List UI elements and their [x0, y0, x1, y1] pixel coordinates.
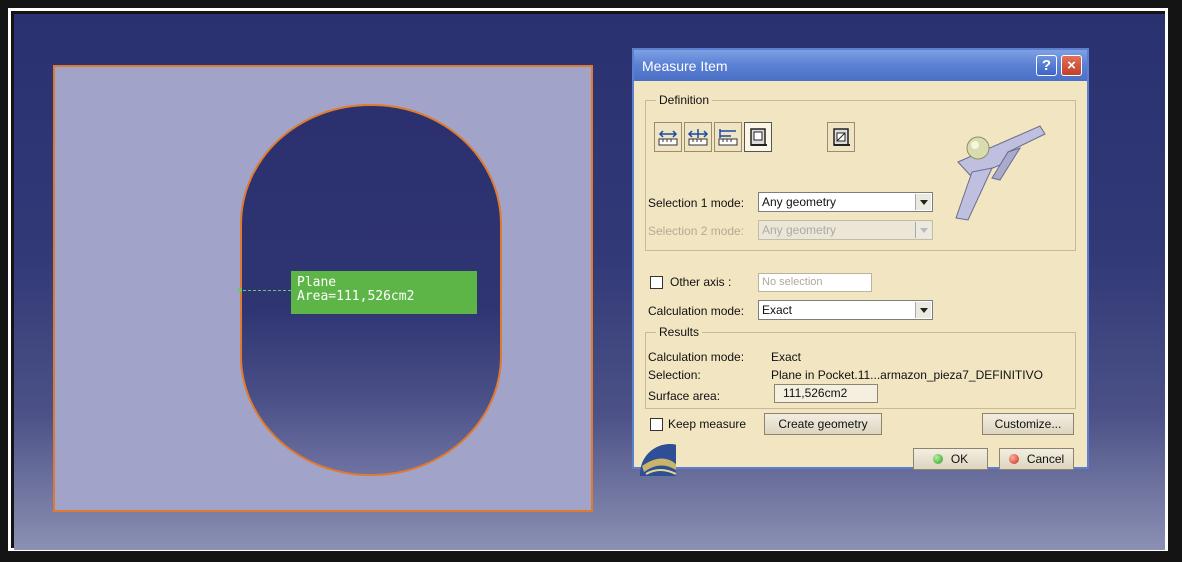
measure-between-fan-icon [718, 129, 738, 146]
results-selection-value: Plane in Pocket.11...armazon_pieza7_DEFI… [771, 368, 1043, 382]
calculation-mode-label: Calculation mode: [648, 304, 745, 318]
annotation-value: Area=111,526cm2 [297, 289, 415, 304]
close-icon: × [1067, 57, 1076, 74]
measure-between-chain-icon [687, 129, 709, 146]
ok-button[interactable]: OK [913, 448, 988, 470]
cancel-icon [1008, 454, 1019, 464]
other-axis-label: Other axis : [670, 275, 732, 289]
help-icon: ? [1041, 57, 1052, 74]
definition-legend: Definition [656, 93, 713, 107]
chevron-down-icon[interactable] [915, 194, 931, 210]
measure-between-button[interactable] [654, 122, 682, 152]
dialog-title: Measure Item [642, 58, 728, 74]
globe-logo-icon [640, 444, 676, 476]
annotation-title: Plane [297, 275, 337, 290]
caliper-illustration-icon [955, 125, 1046, 221]
screenshot-frame: Plane Area=111,526cm2 Measure Item ? × D… [0, 0, 1182, 562]
customize-button[interactable]: Customize... [982, 413, 1074, 435]
measure-between-chain-button[interactable] [684, 122, 712, 152]
keep-measure-checkbox[interactable] [650, 418, 663, 431]
calculation-mode-select[interactable]: Exact [758, 300, 933, 320]
ok-icon [932, 454, 943, 464]
results-calc-mode-value: Exact [771, 350, 802, 364]
results-calc-mode-label: Calculation mode: [648, 350, 745, 364]
leader-anchor [238, 288, 242, 292]
help-button[interactable]: ? [1036, 55, 1057, 76]
other-axis-checkbox[interactable] [650, 276, 663, 289]
leader-line [238, 290, 291, 291]
calculation-mode-value: Exact [762, 303, 793, 317]
measure-thickness-button[interactable] [827, 122, 855, 152]
dialog-titlebar[interactable]: Measure Item ? × [634, 50, 1087, 81]
measure-annotation[interactable]: Plane Area=111,526cm2 [291, 271, 477, 314]
cancel-label: Cancel [1026, 452, 1065, 466]
3d-viewport[interactable]: Plane Area=111,526cm2 Measure Item ? × D… [14, 14, 1165, 550]
cancel-button[interactable]: Cancel [999, 448, 1074, 470]
measure-item-dialog: Measure Item ? × Definition Selection 1 … [632, 48, 1089, 476]
measure-between-fan-button[interactable] [714, 122, 742, 152]
results-selection-label: Selection: [648, 368, 701, 382]
measure-item-button[interactable] [744, 122, 772, 152]
close-button[interactable]: × [1061, 55, 1082, 76]
keep-measure-label: Keep measure [668, 417, 747, 431]
selection2-mode-label: Selection 2 mode: [648, 224, 745, 238]
surface-area-field: 111,526cm2 [774, 384, 878, 403]
measure-thickness-icon [833, 128, 850, 146]
selection1-mode-label: Selection 1 mode: [648, 196, 745, 210]
chevron-down-icon[interactable] [915, 302, 931, 318]
ok-label: OK [950, 452, 969, 466]
surface-area-label: Surface area: [648, 389, 721, 403]
planar-face[interactable]: Plane Area=111,526cm2 [53, 65, 593, 512]
measure-between-icon [658, 130, 678, 146]
measure-item-icon [750, 128, 767, 146]
chevron-down-icon [915, 222, 931, 238]
other-axis-field: No selection [758, 273, 872, 292]
selection1-mode-select[interactable]: Any geometry [758, 192, 933, 212]
selection1-mode-value: Any geometry [762, 195, 837, 209]
selection2-mode-value: Any geometry [762, 223, 837, 237]
results-legend: Results [656, 325, 703, 339]
selection2-mode-select: Any geometry [758, 220, 933, 240]
create-geometry-button[interactable]: Create geometry [764, 413, 882, 435]
